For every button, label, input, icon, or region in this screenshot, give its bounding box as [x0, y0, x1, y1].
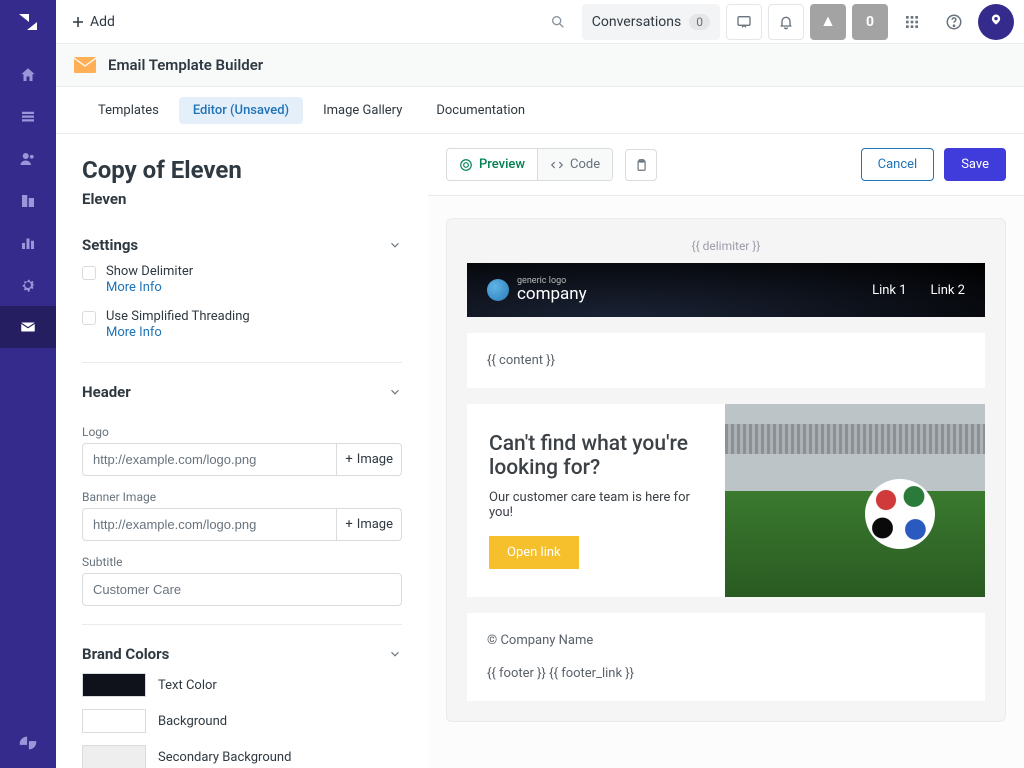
tab-documentation[interactable]: Documentation: [422, 97, 539, 124]
tab-templates[interactable]: Templates: [84, 97, 173, 124]
more-info-link[interactable]: More Info: [106, 325, 250, 340]
chevron-down-icon[interactable]: [388, 647, 402, 661]
canvas-toolbar: Preview Code Cancel Save: [428, 134, 1024, 196]
tabs: Templates Editor (Unsaved) Image Gallery…: [56, 87, 1024, 134]
cta-button: Open link: [489, 536, 579, 569]
canvas: Preview Code Cancel Save: [428, 134, 1024, 768]
nav-home[interactable]: [0, 54, 56, 96]
cta-body: Our customer care team is here for you!: [489, 490, 703, 520]
nav-views[interactable]: [0, 96, 56, 138]
zendesk-icon[interactable]: [17, 732, 39, 754]
apps-grid-icon[interactable]: [894, 4, 930, 40]
search-icon[interactable]: [550, 14, 566, 30]
background-swatch[interactable]: [82, 709, 146, 733]
logo-label: Logo: [82, 425, 402, 439]
logo-image-button[interactable]: +Image: [337, 443, 402, 476]
logo-icon: [487, 279, 509, 301]
cancel-button[interactable]: Cancel: [861, 148, 935, 181]
tab-editor[interactable]: Editor (Unsaved): [179, 97, 303, 124]
conversations-label: Conversations: [592, 14, 681, 30]
template-title: Copy of Eleven: [82, 156, 402, 184]
text-color-swatch[interactable]: [82, 673, 146, 697]
envelope-icon: [74, 57, 96, 73]
preview-delimiter: {{ delimiter }}: [467, 239, 985, 253]
chat-icon[interactable]: [726, 4, 762, 40]
template-subtitle: Eleven: [82, 190, 402, 208]
show-delimiter-checkbox[interactable]: [82, 266, 96, 280]
tab-gallery[interactable]: Image Gallery: [309, 97, 416, 124]
settings-heading: Settings: [82, 236, 138, 254]
app-switcher-a[interactable]: [810, 4, 846, 40]
footer-company: © Company Name: [487, 633, 965, 648]
plus-icon: [72, 16, 84, 28]
cta-image: [725, 404, 985, 597]
conversations-button[interactable]: Conversations 0: [582, 4, 720, 40]
page-title: Email Template Builder: [108, 56, 263, 74]
code-toggle[interactable]: Code: [537, 149, 612, 180]
simplified-threading-checkbox[interactable]: [82, 311, 96, 325]
logo-input[interactable]: [82, 443, 337, 476]
preview-header: generic logo company Link 1 Link 2: [467, 263, 985, 317]
banner-image-button[interactable]: +Image: [337, 508, 402, 541]
chevron-down-icon[interactable]: [388, 238, 402, 252]
preview-footer: © Company Name {{ footer }} {{ footer_li…: [467, 613, 985, 701]
nav-organizations[interactable]: [0, 180, 56, 222]
nav-email[interactable]: [0, 306, 56, 348]
chevron-down-icon[interactable]: [388, 385, 402, 399]
subtitle-input[interactable]: [82, 573, 402, 606]
nav-customers[interactable]: [0, 138, 56, 180]
brand-logo: [16, 10, 40, 34]
app-counter[interactable]: 0: [852, 4, 888, 40]
preview-link1: Link 1: [872, 283, 906, 298]
preview-link2: Link 2: [931, 283, 965, 298]
more-info-link[interactable]: More Info: [106, 280, 193, 295]
preview-toggle[interactable]: Preview: [447, 149, 537, 180]
show-delimiter-label: Show Delimiter: [106, 264, 193, 279]
add-label: Add: [90, 14, 115, 30]
secondary-bg-swatch[interactable]: [82, 745, 146, 768]
save-button[interactable]: Save: [944, 148, 1006, 181]
help-icon[interactable]: [936, 4, 972, 40]
conversations-count: 0: [689, 14, 710, 30]
logo-big-text: company: [517, 286, 587, 303]
preview-content: {{ content }}: [467, 333, 985, 388]
subtitle-label: Subtitle: [82, 555, 402, 569]
soccer-ball-icon: [865, 479, 935, 549]
preview-cta: Can't find what you're looking for? Our …: [467, 404, 985, 597]
simplified-threading-label: Use Simplified Threading: [106, 309, 250, 324]
footer-vars: {{ footer }} {{ footer_link }}: [487, 666, 965, 681]
eye-icon: [459, 158, 473, 172]
secondary-bg-label: Secondary Background: [158, 750, 291, 765]
header-heading: Header: [82, 383, 131, 401]
background-label: Background: [158, 714, 227, 729]
code-icon: [550, 158, 564, 172]
bell-icon[interactable]: [768, 4, 804, 40]
add-button[interactable]: Add: [66, 10, 121, 34]
nav-reporting[interactable]: [0, 222, 56, 264]
subheader: Email Template Builder: [56, 44, 1024, 87]
email-preview: {{ delimiter }} generic logo company Li: [446, 218, 1006, 722]
sidebar: Copy of Eleven Eleven Settings Show Deli…: [56, 134, 428, 768]
banner-input[interactable]: [82, 508, 337, 541]
user-avatar[interactable]: [978, 4, 1014, 40]
topbar: Add Conversations 0 0: [56, 0, 1024, 44]
colors-heading: Brand Colors: [82, 645, 169, 663]
cta-title: Can't find what you're looking for?: [489, 432, 703, 480]
left-nav: [0, 0, 56, 768]
nav-admin[interactable]: [0, 264, 56, 306]
banner-label: Banner Image: [82, 490, 402, 504]
clipboard-button[interactable]: [625, 149, 657, 181]
text-color-label: Text Color: [158, 678, 217, 693]
